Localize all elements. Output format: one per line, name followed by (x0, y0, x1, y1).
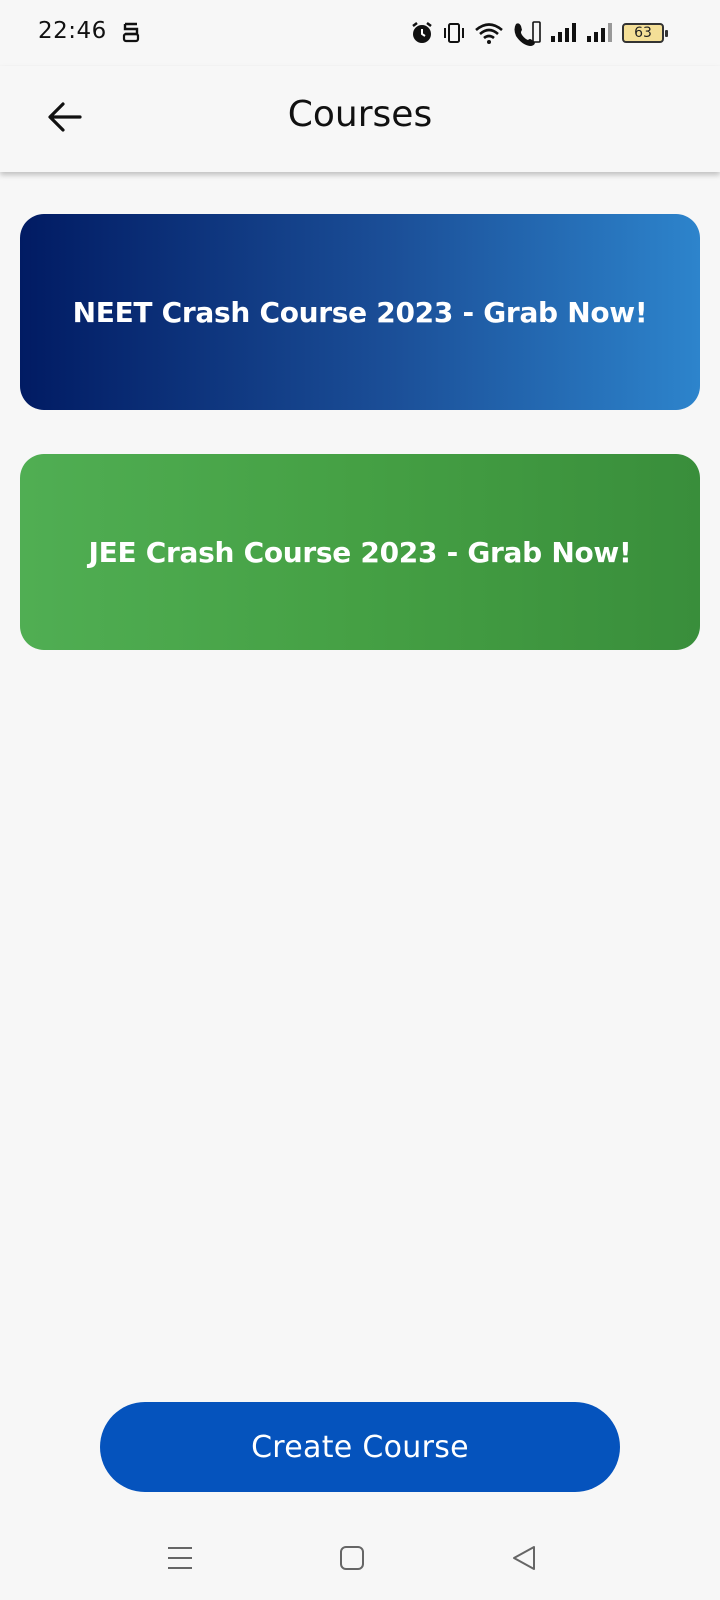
battery-icon: 63 (622, 23, 668, 43)
course-card-label: NEET Crash Course 2023 - Grab Now! (72, 295, 648, 329)
course-card-label: JEE Crash Course 2023 - Grab Now! (88, 535, 632, 569)
back-triangle-icon (510, 1544, 538, 1576)
create-course-label: Create Course (251, 1429, 469, 1465)
course-card-neet[interactable]: NEET Crash Course 2023 - Grab Now! (20, 214, 700, 410)
system-nav-bar (0, 1520, 720, 1600)
nav-back-button[interactable] (504, 1540, 544, 1580)
page-title: Courses (287, 94, 433, 135)
status-icons: 63 (410, 18, 668, 48)
volte-call-icon (512, 20, 542, 46)
app-bar: Courses (0, 66, 720, 172)
home-icon (338, 1544, 366, 1576)
nav-recents-button[interactable] (160, 1540, 200, 1580)
alarm-icon (410, 20, 434, 46)
vibrate-icon (442, 21, 466, 45)
signal-1-icon (550, 22, 578, 44)
menu-icon (166, 1545, 194, 1575)
status-time: 22:46 (38, 18, 107, 44)
status-bar: 22:46 63 (0, 0, 720, 66)
course-card-jee[interactable]: JEE Crash Course 2023 - Grab Now! (20, 454, 700, 650)
sim-icon (122, 20, 140, 48)
battery-level: 63 (634, 25, 652, 41)
signal-2-icon (586, 22, 614, 44)
create-course-button[interactable]: Create Course (100, 1402, 620, 1492)
wifi-icon (474, 21, 504, 45)
nav-home-button[interactable] (332, 1540, 372, 1580)
